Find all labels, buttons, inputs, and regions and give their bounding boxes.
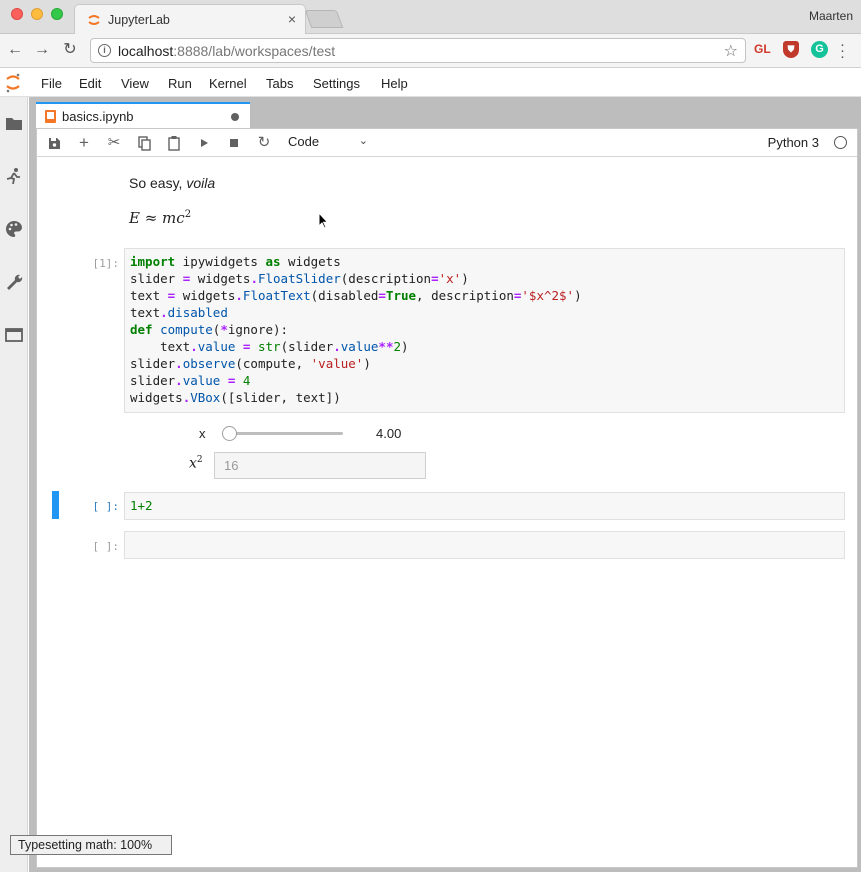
mouse-cursor-icon	[318, 212, 329, 229]
code-line: text.value = str(slider.value**2)	[130, 339, 409, 354]
menu-settings[interactable]: Settings	[313, 76, 360, 91]
document-tab-basics[interactable]: basics.ipynb	[36, 102, 250, 129]
slider-track[interactable]	[225, 432, 343, 435]
notebook-panel: + ✂ ↻ Code ⌄ Python 3 So easy, voila E ≈…	[36, 128, 858, 868]
browser-menu-icon[interactable]: · · ·	[840, 37, 846, 64]
gitlab-extension-icon[interactable]: GL	[754, 42, 771, 56]
cut-icon[interactable]: ✂	[103, 133, 125, 153]
floattext-field	[214, 452, 426, 479]
code-line: slider.value = 4	[130, 373, 251, 388]
running-icon[interactable]	[5, 167, 23, 185]
floattext-label: x2	[189, 455, 203, 472]
code-line: import ipywidgets as widgets	[130, 254, 341, 269]
cell2-code-text: 1+2	[130, 498, 153, 513]
active-cell-indicator	[52, 491, 59, 519]
code-cell-editor[interactable]: import ipywidgets as widgets slider = wi…	[124, 248, 845, 413]
menu-view[interactable]: View	[121, 76, 149, 91]
code-line: widgets.VBox([slider, text])	[130, 390, 341, 405]
add-cell-icon[interactable]: +	[73, 133, 95, 153]
url-host: localhost	[118, 43, 174, 59]
grammarly-extension-icon[interactable]: G	[811, 41, 828, 58]
code-cell-editor[interactable]	[124, 531, 845, 559]
close-icon[interactable]: ×	[288, 11, 296, 27]
menu-edit[interactable]: Edit	[79, 76, 101, 91]
menu-kernel[interactable]: Kernel	[209, 76, 247, 91]
forward-arrow-icon[interactable]: →	[32, 40, 52, 60]
browser-tab-jupyterlab[interactable]: JupyterLab ×	[74, 4, 306, 34]
maximize-window-button[interactable]	[51, 8, 63, 20]
menu-file[interactable]: File	[41, 76, 62, 91]
notebook-icon	[45, 110, 56, 123]
kernel-status-icon	[834, 136, 847, 149]
menu-help[interactable]: Help	[381, 76, 408, 91]
document-tab-label: basics.ipynb	[62, 109, 134, 124]
cell-prompt: [ ]:	[92, 500, 120, 513]
copy-icon[interactable]	[133, 133, 155, 153]
wrench-icon[interactable]	[5, 273, 23, 291]
browser-navbar: ← → ↻ i localhost:8888/lab/workspaces/te…	[0, 34, 861, 68]
cell-prompt: [1]:	[92, 257, 120, 270]
stop-icon[interactable]	[223, 133, 245, 153]
code-line: slider = widgets.FloatSlider(description…	[130, 271, 469, 286]
code-line: slider.observe(compute, 'value')	[130, 356, 371, 371]
code-cell-editor[interactable]: 1+2	[124, 492, 845, 520]
code-line: text.disabled	[130, 305, 228, 320]
address-bar[interactable]: i localhost:8888/lab/workspaces/test ☆	[90, 38, 746, 63]
palette-icon[interactable]	[5, 220, 23, 238]
reload-icon[interactable]: ↻	[60, 40, 80, 60]
info-icon[interactable]: i	[98, 44, 111, 57]
browser-tabstrip: JupyterLab × Maarten	[0, 0, 861, 34]
url-path: :8888/lab/workspaces/test	[173, 43, 336, 59]
profile-name[interactable]: Maarten	[809, 9, 853, 23]
slider-readout[interactable]: 4.00	[376, 426, 401, 441]
restart-icon[interactable]: ↻	[253, 133, 275, 153]
slider-label: x	[199, 426, 206, 441]
cell-type-value: Code	[288, 134, 320, 149]
menu-tabs[interactable]: Tabs	[266, 76, 293, 91]
math-base: E ≈ mc	[129, 209, 185, 227]
jupyter-logo-icon	[6, 73, 20, 93]
markdown-text[interactable]: So easy, voila	[129, 175, 215, 191]
math-superscript: 2	[184, 209, 192, 220]
paste-icon[interactable]	[163, 133, 185, 153]
cell-prompt: [ ]:	[92, 540, 120, 553]
folder-icon[interactable]	[5, 114, 23, 132]
lab-menubar: File Edit View Run Kernel Tabs Settings …	[0, 69, 861, 97]
typesetting-status: Typesetting math: 100%	[10, 835, 172, 855]
cell-type-select[interactable]: Code ⌄	[288, 134, 368, 152]
code-line: text = widgets.FloatText(disabled=True, …	[130, 288, 582, 303]
notebook-toolbar: + ✂ ↻ Code ⌄ Python 3	[37, 129, 857, 157]
markdown-text-italic: voila	[186, 175, 216, 191]
close-window-button[interactable]	[11, 8, 23, 20]
url-text[interactable]: localhost:8888/lab/workspaces/test	[118, 43, 335, 59]
chevron-down-icon: ⌄	[358, 135, 368, 147]
tabs-icon[interactable]	[5, 326, 23, 344]
run-icon[interactable]	[193, 133, 215, 153]
back-arrow-icon[interactable]: ←	[5, 40, 25, 60]
ublock-extension-icon[interactable]: ⛊	[783, 41, 799, 58]
code-line: def compute(*ignore):	[130, 322, 289, 337]
bookmark-star-icon[interactable]: ☆	[724, 41, 738, 61]
markdown-math[interactable]: E ≈ mc2	[129, 209, 191, 227]
floattext-label-superscript: 2	[196, 455, 203, 465]
floattext-input	[215, 453, 425, 478]
new-tab-button[interactable]	[304, 10, 344, 28]
left-sidebar	[0, 97, 28, 872]
floattext-label-base: x	[189, 455, 197, 472]
kernel-name[interactable]: Python 3	[768, 135, 819, 150]
menu-run[interactable]: Run	[168, 76, 192, 91]
minimize-window-button[interactable]	[31, 8, 43, 20]
slider-handle[interactable]	[222, 426, 238, 441]
code-line: 1+2	[125, 497, 844, 514]
unsaved-indicator-icon[interactable]	[231, 113, 239, 121]
jupyter-favicon-icon	[88, 15, 100, 25]
save-icon[interactable]	[43, 133, 65, 153]
markdown-text-plain: So easy,	[129, 175, 187, 191]
browser-tab-title: JupyterLab	[108, 13, 170, 27]
